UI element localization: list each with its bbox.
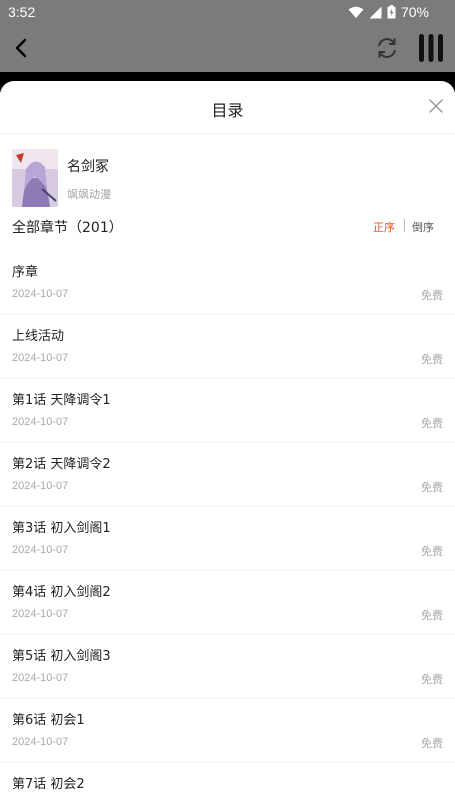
chapter-item[interactable]: 第3话 初入剑阁1 2024-10-07 免费	[0, 507, 455, 571]
catalog-sheet: 目录 名剑冢 飒飒动漫 全部章节（201） 正序 倒序 序章 2024-10-0…	[0, 81, 455, 809]
chapter-item[interactable]: 第4话 初入剑阁2 2024-10-07 免费	[0, 571, 455, 635]
chapter-list: 序章 2024-10-07 免费 上线活动 2024-10-07 免费 第1话 …	[0, 251, 455, 809]
chapter-price: 免费	[421, 417, 443, 430]
chapter-count-row: 全部章节（201） 正序 倒序	[0, 206, 455, 251]
chapter-item[interactable]: 第2话 天降调令2 2024-10-07 免费	[0, 443, 455, 507]
chapter-item[interactable]: 第7话 初会2	[0, 763, 455, 809]
chapter-date: 2024-10-07	[12, 352, 69, 364]
signal-icon	[369, 6, 382, 18]
sort-divider	[404, 219, 405, 232]
book-author: 飒飒动漫	[67, 188, 111, 201]
chapter-item[interactable]: 第5话 初入剑阁3 2024-10-07 免费	[0, 635, 455, 699]
chapter-price: 免费	[421, 609, 443, 622]
chapter-title: 第7话 初会2	[12, 777, 85, 792]
status-icons: 70%	[348, 4, 429, 20]
chapter-date: 2024-10-07	[12, 288, 69, 300]
refresh-icon[interactable]	[374, 35, 400, 61]
close-icon[interactable]	[429, 99, 443, 113]
chapter-title: 第1话 天降调令1	[12, 393, 111, 408]
chapter-title: 第5话 初入剑阁3	[12, 649, 111, 664]
chapter-item[interactable]: 第6话 初会1 2024-10-07 免费	[0, 699, 455, 763]
chapter-title: 第3话 初入剑阁1	[12, 521, 111, 536]
book-title: 名剑冢	[67, 159, 109, 175]
sheet-title: 目录	[211, 101, 244, 120]
chapter-date: 2024-10-07	[12, 608, 69, 620]
more-icon[interactable]	[416, 31, 446, 65]
book-info: 名剑冢 飒飒动漫	[0, 134, 455, 207]
chapter-date: 2024-10-07	[12, 480, 69, 492]
wifi-icon	[348, 6, 364, 18]
sort-descending-button[interactable]: 倒序	[412, 219, 434, 235]
sort-ascending-button[interactable]: 正序	[373, 219, 395, 235]
status-bar: 3:52 70%	[0, 0, 455, 26]
chapter-price: 免费	[421, 481, 443, 494]
chapter-title: 第4话 初入剑阁2	[12, 585, 111, 600]
chapter-date: 2024-10-07	[12, 672, 69, 684]
chapter-title: 序章	[12, 265, 39, 280]
chapter-price: 免费	[421, 673, 443, 686]
sheet-header: 目录	[0, 81, 455, 134]
chapter-title: 第2话 天降调令2	[12, 457, 111, 472]
book-cover-image	[12, 149, 58, 207]
chapter-item[interactable]: 序章 2024-10-07 免费	[0, 251, 455, 315]
chapter-item[interactable]: 第1话 天降调令1 2024-10-07 免费	[0, 379, 455, 443]
chapter-price: 免费	[421, 545, 443, 558]
back-arrow-icon[interactable]	[10, 36, 34, 60]
chapter-item[interactable]: 上线活动 2024-10-07 免费	[0, 315, 455, 379]
battery-icon	[387, 5, 396, 19]
status-time: 3:52	[8, 4, 36, 20]
chapter-price: 免费	[421, 737, 443, 750]
app-bar	[0, 26, 455, 72]
chapter-price: 免费	[421, 353, 443, 366]
chapter-title: 第6话 初会1	[12, 713, 85, 728]
chapter-date: 2024-10-07	[12, 544, 69, 556]
chapter-price: 免费	[421, 289, 443, 302]
chapter-date: 2024-10-07	[12, 736, 69, 748]
battery-percent: 70%	[400, 4, 429, 20]
chapter-count-label: 全部章节（201）	[12, 220, 123, 236]
chapter-date: 2024-10-07	[12, 416, 69, 428]
chapter-title: 上线活动	[12, 329, 65, 344]
